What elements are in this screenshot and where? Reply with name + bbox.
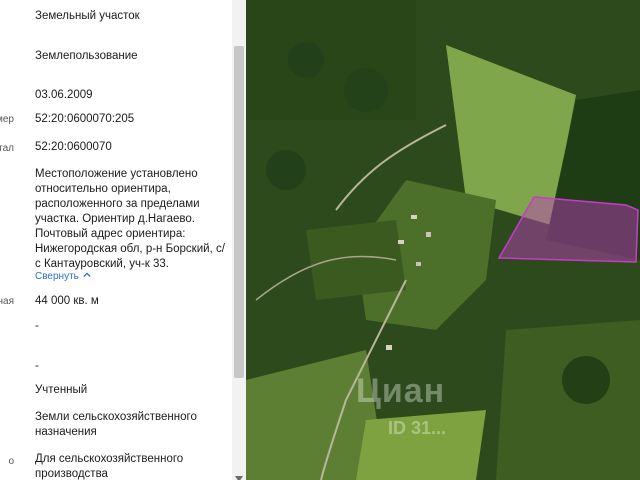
scrollbar-thumb[interactable] — [234, 46, 244, 378]
empty-value-2: - — [35, 360, 39, 372]
area-value: 44 000 кв. м — [35, 295, 99, 307]
arrow-down-icon[interactable] — [234, 470, 244, 480]
cadastral-quarter-value: 52:20:0600070 — [35, 141, 112, 153]
cadastral-quarter-label: ртал — [0, 143, 14, 154]
permitted-use-label: о — [8, 456, 14, 467]
cadastral-number-label: мер — [0, 114, 14, 125]
empty-value-1: - — [35, 320, 39, 332]
watermark-logo: Циан — [356, 372, 446, 410]
permitted-use-value: Для сельскохозяйственного производства — [35, 453, 184, 480]
object-type-value: Земельный участок — [35, 10, 140, 22]
registration-date-value: 03.06.2009 — [35, 89, 93, 101]
status-value: Учтенный — [35, 384, 88, 396]
cadastral-number-value: 52:20:0600070:205 — [35, 113, 135, 125]
collapse-link-label: Свернуть — [35, 271, 79, 282]
details-scrollbar[interactable] — [232, 0, 246, 480]
property-details-panel: Земельный участок Землепользование 03.06… — [0, 0, 246, 480]
area-label: ная — [0, 296, 14, 307]
address-value: Местоположение установлено относительно … — [35, 168, 225, 270]
chevron-up-icon — [83, 271, 91, 282]
satellite-map[interactable]: Циан ID 31... — [246, 0, 640, 480]
land-category-value: Земли сельскохозяйственного назначения — [35, 411, 197, 438]
land-use-value: Землепользование — [35, 50, 138, 62]
watermark-id: ID 31... — [388, 418, 447, 438]
collapse-link[interactable]: Свернуть — [35, 271, 91, 282]
